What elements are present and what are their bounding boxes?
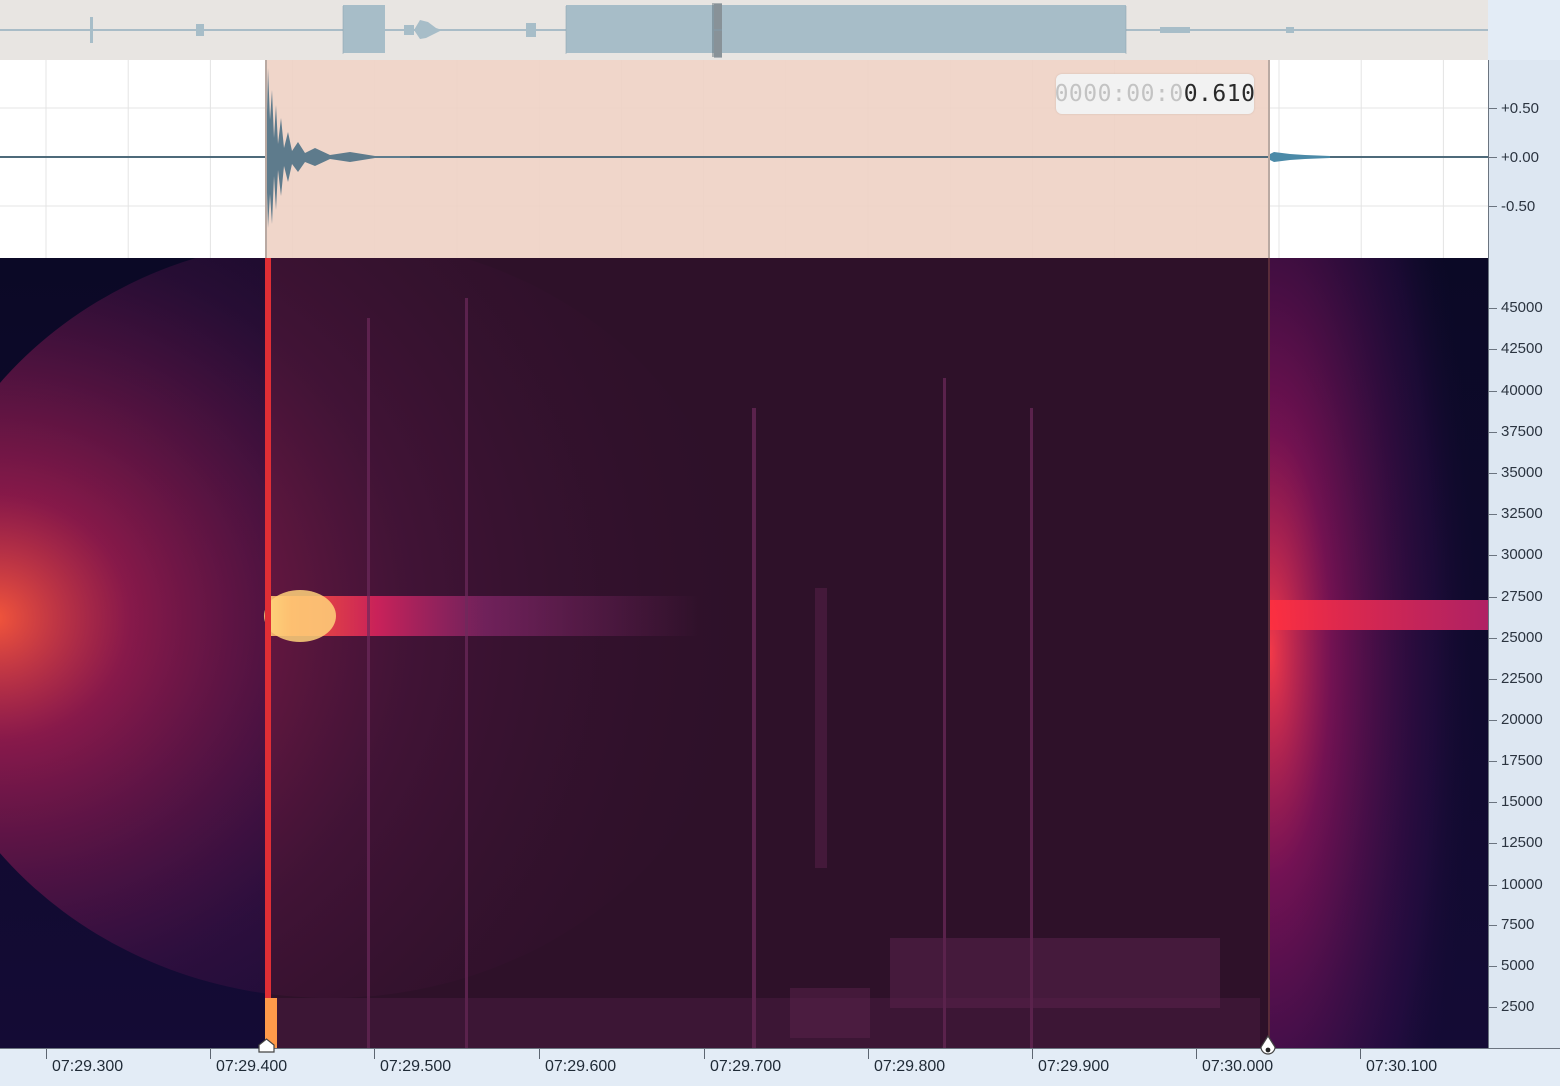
time-label: 07:29.500 (380, 1058, 452, 1075)
time-tick (1196, 1049, 1197, 1059)
time-tick (1360, 1049, 1361, 1059)
amplitude-label: +0.00 (1501, 149, 1539, 166)
time-tick (1032, 1049, 1033, 1059)
frequency-label: 7500 (1501, 916, 1535, 933)
frequency-label: 2500 (1501, 998, 1535, 1015)
frequency-tick (1489, 473, 1497, 474)
selection-start-marker[interactable] (258, 1038, 275, 1053)
frequency-label: 32500 (1501, 505, 1543, 522)
time-tick (374, 1049, 375, 1059)
frequency-tick (1489, 349, 1497, 350)
selection-end-marker[interactable] (1259, 1035, 1277, 1059)
frequency-label: 45000 (1501, 299, 1543, 316)
waveform-view[interactable] (0, 60, 1488, 258)
amplitude-label: -0.50 (1501, 198, 1536, 215)
frequency-axis: 45000 42500 40000 37500 35000 32500 30000 27500… (1488, 258, 1560, 1048)
time-label: 07:29.900 (1038, 1058, 1110, 1075)
frequency-label: 25000 (1501, 629, 1543, 646)
time-tick (704, 1049, 705, 1059)
frequency-label: 17500 (1501, 752, 1543, 769)
frequency-tick (1489, 514, 1497, 515)
frequency-label: 5000 (1501, 957, 1535, 974)
time-tick (539, 1049, 540, 1059)
frequency-tick (1489, 720, 1497, 721)
timecode-value: 0.610 (1183, 81, 1256, 107)
frequency-label: 20000 (1501, 711, 1543, 728)
waveform-plot (0, 60, 1488, 258)
time-tick (868, 1049, 869, 1059)
amplitude-axis: +0.50 +0.00 -0.50 (1488, 60, 1560, 258)
frequency-label: 10000 (1501, 876, 1543, 893)
frequency-tick (1489, 1007, 1497, 1008)
time-label: 07:30.000 (1202, 1058, 1274, 1075)
frequency-label: 37500 (1501, 423, 1543, 440)
time-label: 07:30.100 (1366, 1058, 1438, 1075)
audio-editor: 0000:00:0 0.610 +0.50 +0.00 -0.50 45000 … (0, 0, 1560, 1086)
frequency-label: 15000 (1501, 793, 1543, 810)
frequency-label: 30000 (1501, 546, 1543, 563)
frequency-tick (1489, 555, 1497, 556)
frequency-tick (1489, 843, 1497, 844)
frequency-tick (1489, 432, 1497, 433)
time-label: 07:29.300 (52, 1058, 124, 1075)
frequency-label: 40000 (1501, 382, 1543, 399)
time-label: 07:29.700 (710, 1058, 782, 1075)
spectrogram-view[interactable] (0, 258, 1488, 1048)
spectrogram-plot (0, 258, 1488, 1048)
selection-duration-timecode: 0000:00:0 0.610 (1054, 74, 1256, 114)
frequency-tick (1489, 391, 1497, 392)
frequency-tick (1489, 802, 1497, 803)
frequency-tick (1489, 885, 1497, 886)
time-axis[interactable]: 07:29.300 07:29.400 07:29.500 07:29.600 07:2… (0, 1048, 1560, 1086)
time-tick (210, 1049, 211, 1059)
frequency-tick (1489, 925, 1497, 926)
waveform-tail (1268, 152, 1330, 162)
frequency-tick (1489, 966, 1497, 967)
frequency-label: 27500 (1501, 588, 1543, 605)
frequency-tick (1489, 597, 1497, 598)
time-tick (46, 1049, 47, 1059)
frequency-tick (1489, 308, 1497, 309)
frequency-label: 35000 (1501, 464, 1543, 481)
timecode-prefix: 0000:00:0 (1054, 81, 1184, 107)
time-label: 07:29.400 (216, 1058, 288, 1075)
time-label: 07:29.600 (545, 1058, 617, 1075)
frequency-label: 42500 (1501, 340, 1543, 357)
time-label: 07:29.800 (874, 1058, 946, 1075)
frequency-tick (1489, 638, 1497, 639)
frequency-tick (1489, 761, 1497, 762)
overview-strip[interactable] (0, 0, 1488, 61)
frequency-label: 12500 (1501, 834, 1543, 851)
amplitude-label: +0.50 (1501, 100, 1539, 117)
overview-waveform (0, 3, 1488, 58)
frequency-tick (1489, 679, 1497, 680)
frequency-label: 22500 (1501, 670, 1543, 687)
